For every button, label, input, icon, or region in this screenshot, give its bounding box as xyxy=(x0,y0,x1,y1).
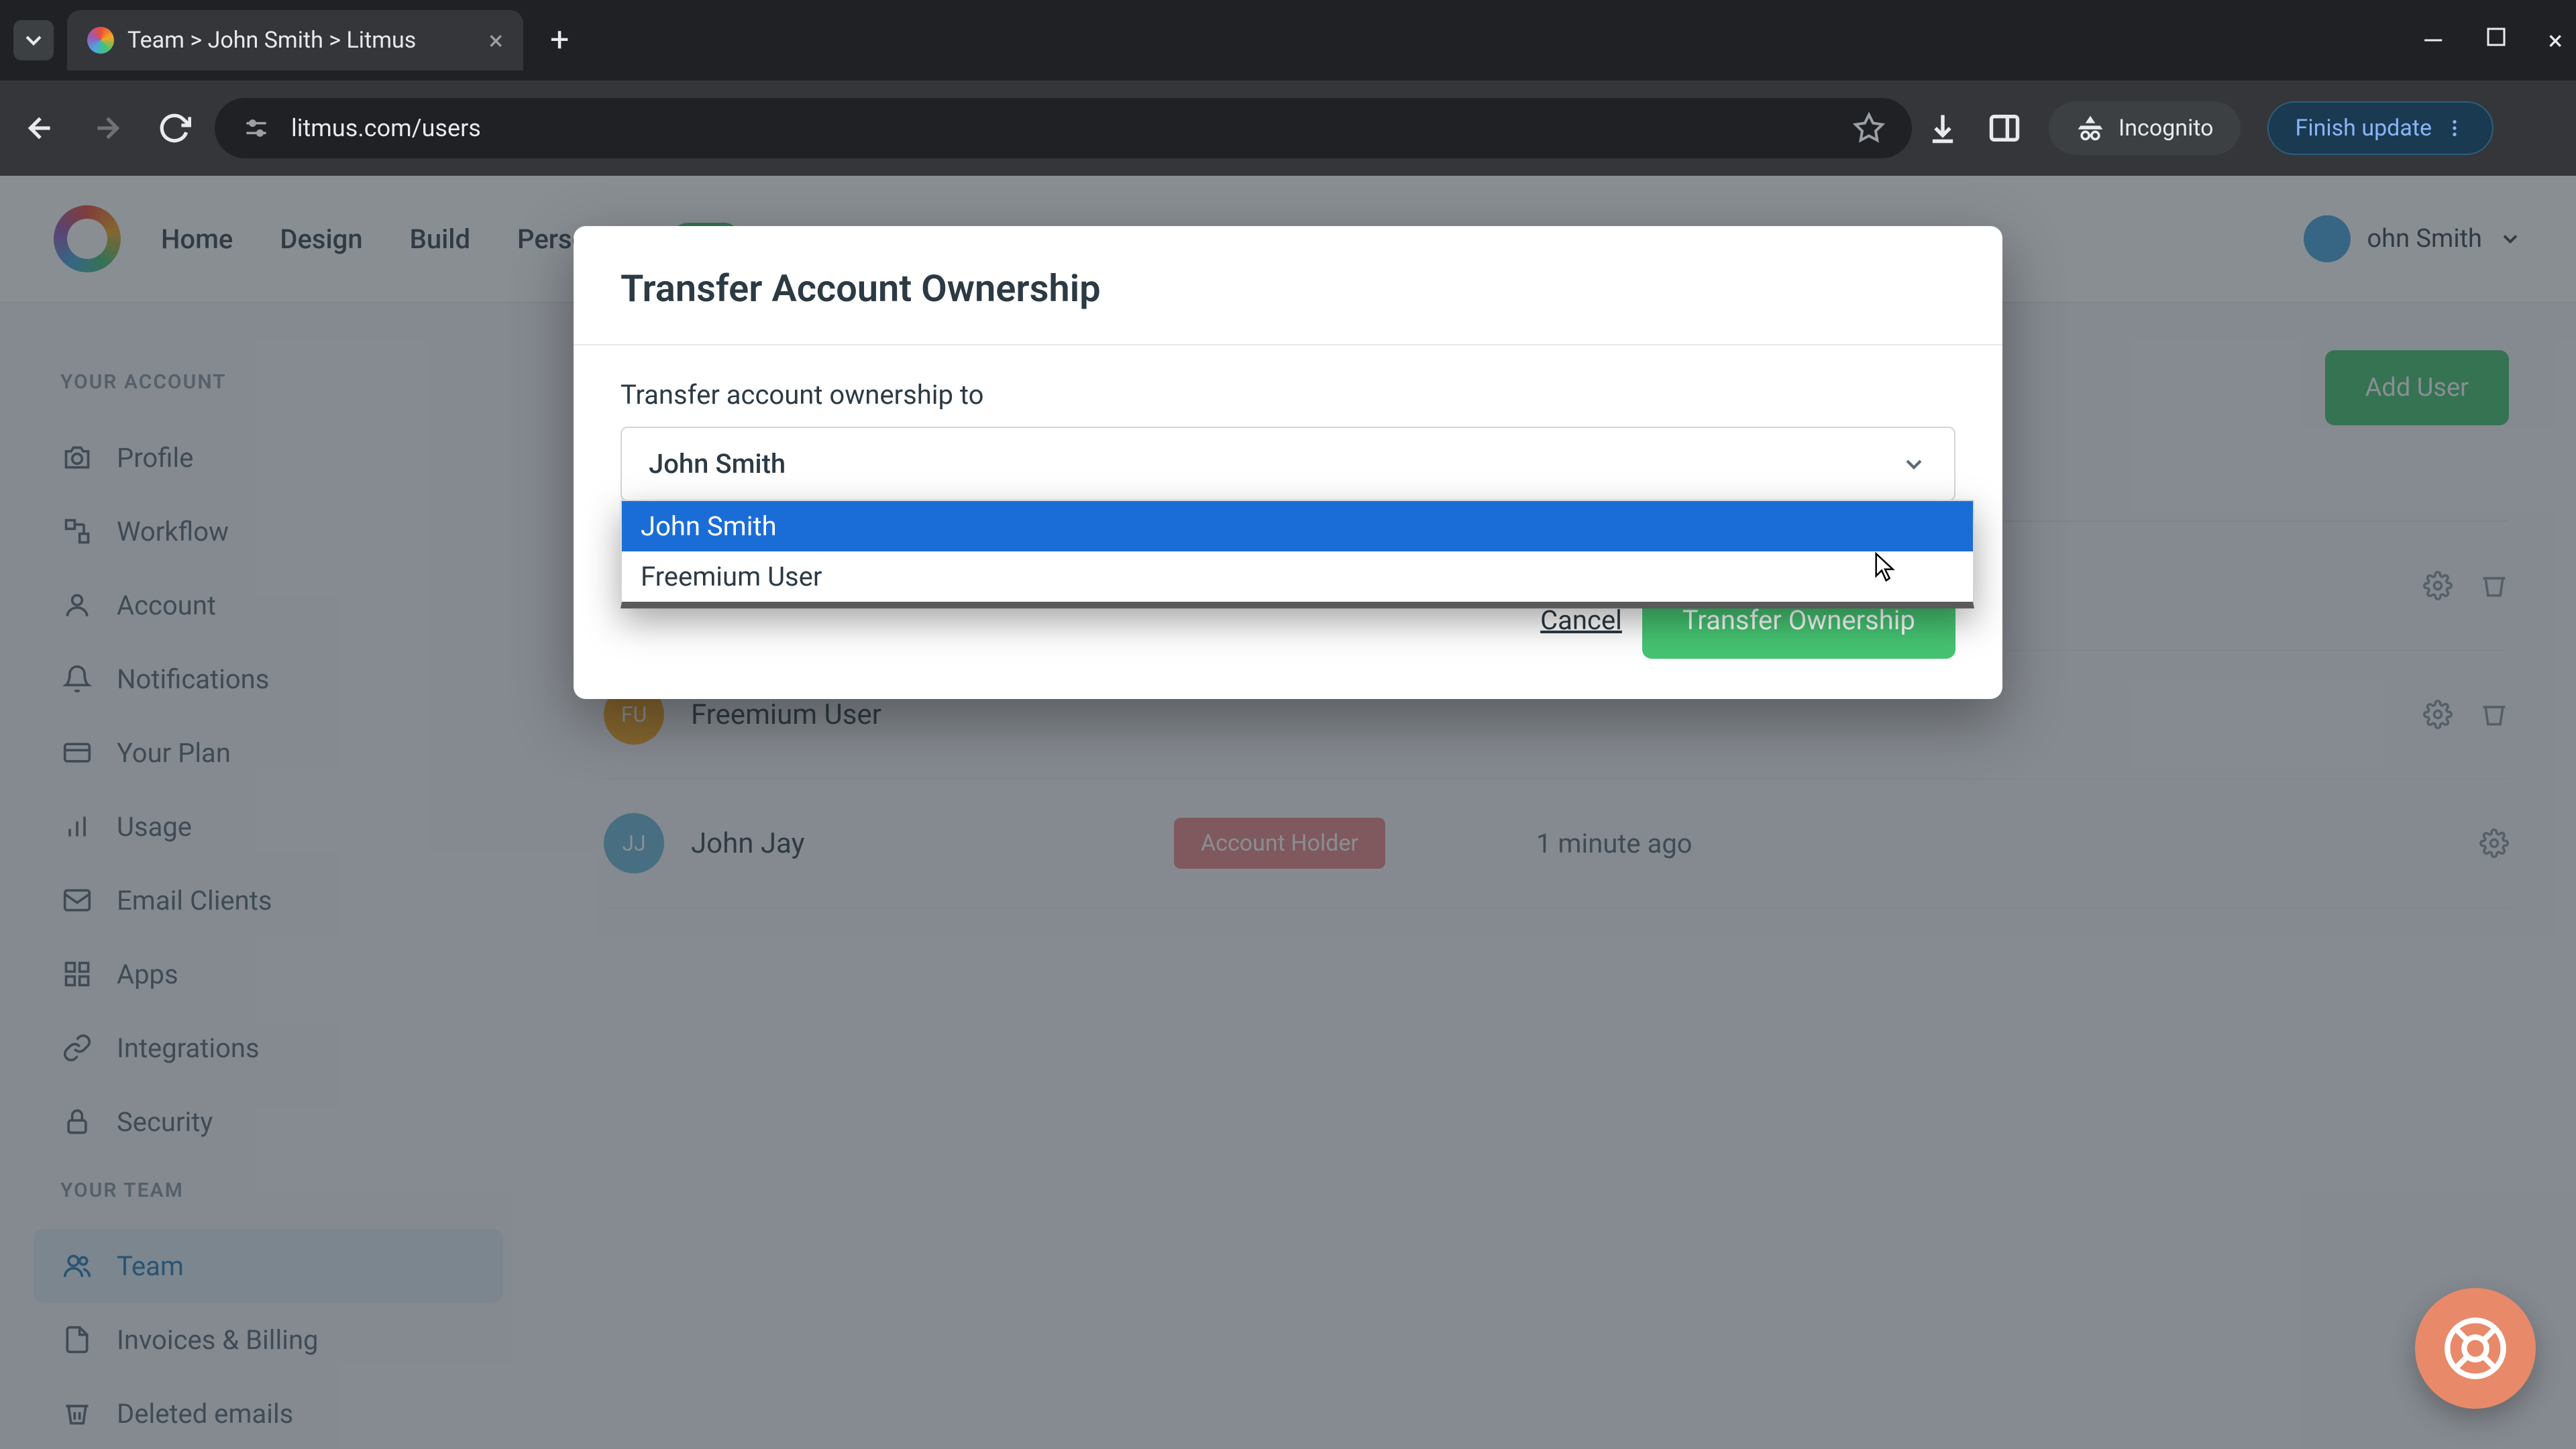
transfer-ownership-modal: Transfer Account Ownership Transfer acco… xyxy=(574,226,2002,699)
star-icon xyxy=(1853,112,1885,144)
download-icon xyxy=(1925,111,1960,146)
finish-update-button[interactable]: Finish update xyxy=(2267,101,2493,155)
chevron-down-icon xyxy=(1900,451,1927,478)
minimize-button[interactable]: — xyxy=(2422,25,2443,56)
modal-label: Transfer account ownership to xyxy=(621,379,1955,411)
window-controls: — × xyxy=(2422,25,2563,56)
arrow-right-icon xyxy=(91,111,124,145)
url-text: litmus.com/users xyxy=(291,114,481,142)
arrow-left-icon xyxy=(23,111,57,145)
chevron-down-icon xyxy=(20,27,47,54)
tab-title: Team > John Smith > Litmus xyxy=(127,27,416,54)
new-tab-button[interactable]: + xyxy=(550,21,569,60)
favicon-icon xyxy=(87,27,114,54)
modal-title: Transfer Account Ownership xyxy=(621,266,1955,311)
close-tab-button[interactable]: × xyxy=(489,25,503,56)
forward-button[interactable] xyxy=(80,101,134,155)
life-ring-icon xyxy=(2442,1315,2509,1382)
incognito-icon xyxy=(2076,113,2105,143)
incognito-indicator[interactable]: Incognito xyxy=(2049,101,2241,155)
more-icon xyxy=(2444,117,2465,139)
panel-icon xyxy=(1987,111,2022,146)
reload-button[interactable] xyxy=(148,101,201,155)
downloads-button[interactable] xyxy=(1925,111,1960,146)
address-bar: litmus.com/users Incognito Finish update xyxy=(0,80,2576,176)
app: Home Design Build Personalize New Te ohn… xyxy=(0,176,2576,1449)
owner-select[interactable]: John Smith John Smith Freemium User xyxy=(621,427,1955,501)
bookmark-button[interactable] xyxy=(1853,112,1885,144)
panel-button[interactable] xyxy=(1987,111,2022,146)
close-window-button[interactable]: × xyxy=(2548,25,2563,56)
tab-bar: Team > John Smith > Litmus × + — × xyxy=(0,0,2576,80)
modal-backdrop[interactable]: Transfer Account Ownership Transfer acco… xyxy=(0,176,2576,1449)
url-input[interactable]: litmus.com/users xyxy=(215,98,1912,158)
back-button[interactable] xyxy=(13,101,67,155)
maximize-button[interactable] xyxy=(2484,25,2508,56)
modal-header: Transfer Account Ownership xyxy=(574,226,2002,345)
incognito-label: Incognito xyxy=(2118,115,2214,142)
finish-update-label: Finish update xyxy=(2296,115,2432,142)
select-dropdown: John Smith Freemium User xyxy=(621,500,1974,608)
modal-body: Transfer account ownership to John Smith… xyxy=(574,345,2002,548)
dropdown-option[interactable]: John Smith xyxy=(622,501,1973,551)
browser-tab[interactable]: Team > John Smith > Litmus × xyxy=(67,10,523,70)
dropdown-option[interactable]: Freemium User xyxy=(622,551,1973,602)
browser-chrome: Team > John Smith > Litmus × + — × litmu… xyxy=(0,0,2576,176)
select-value: John Smith xyxy=(649,448,786,480)
reload-icon xyxy=(158,111,191,145)
tab-search-button[interactable] xyxy=(13,20,54,60)
help-fab[interactable] xyxy=(2415,1288,2536,1409)
site-controls-icon[interactable] xyxy=(241,113,271,143)
toolbar-right: Incognito Finish update xyxy=(1925,101,2493,155)
